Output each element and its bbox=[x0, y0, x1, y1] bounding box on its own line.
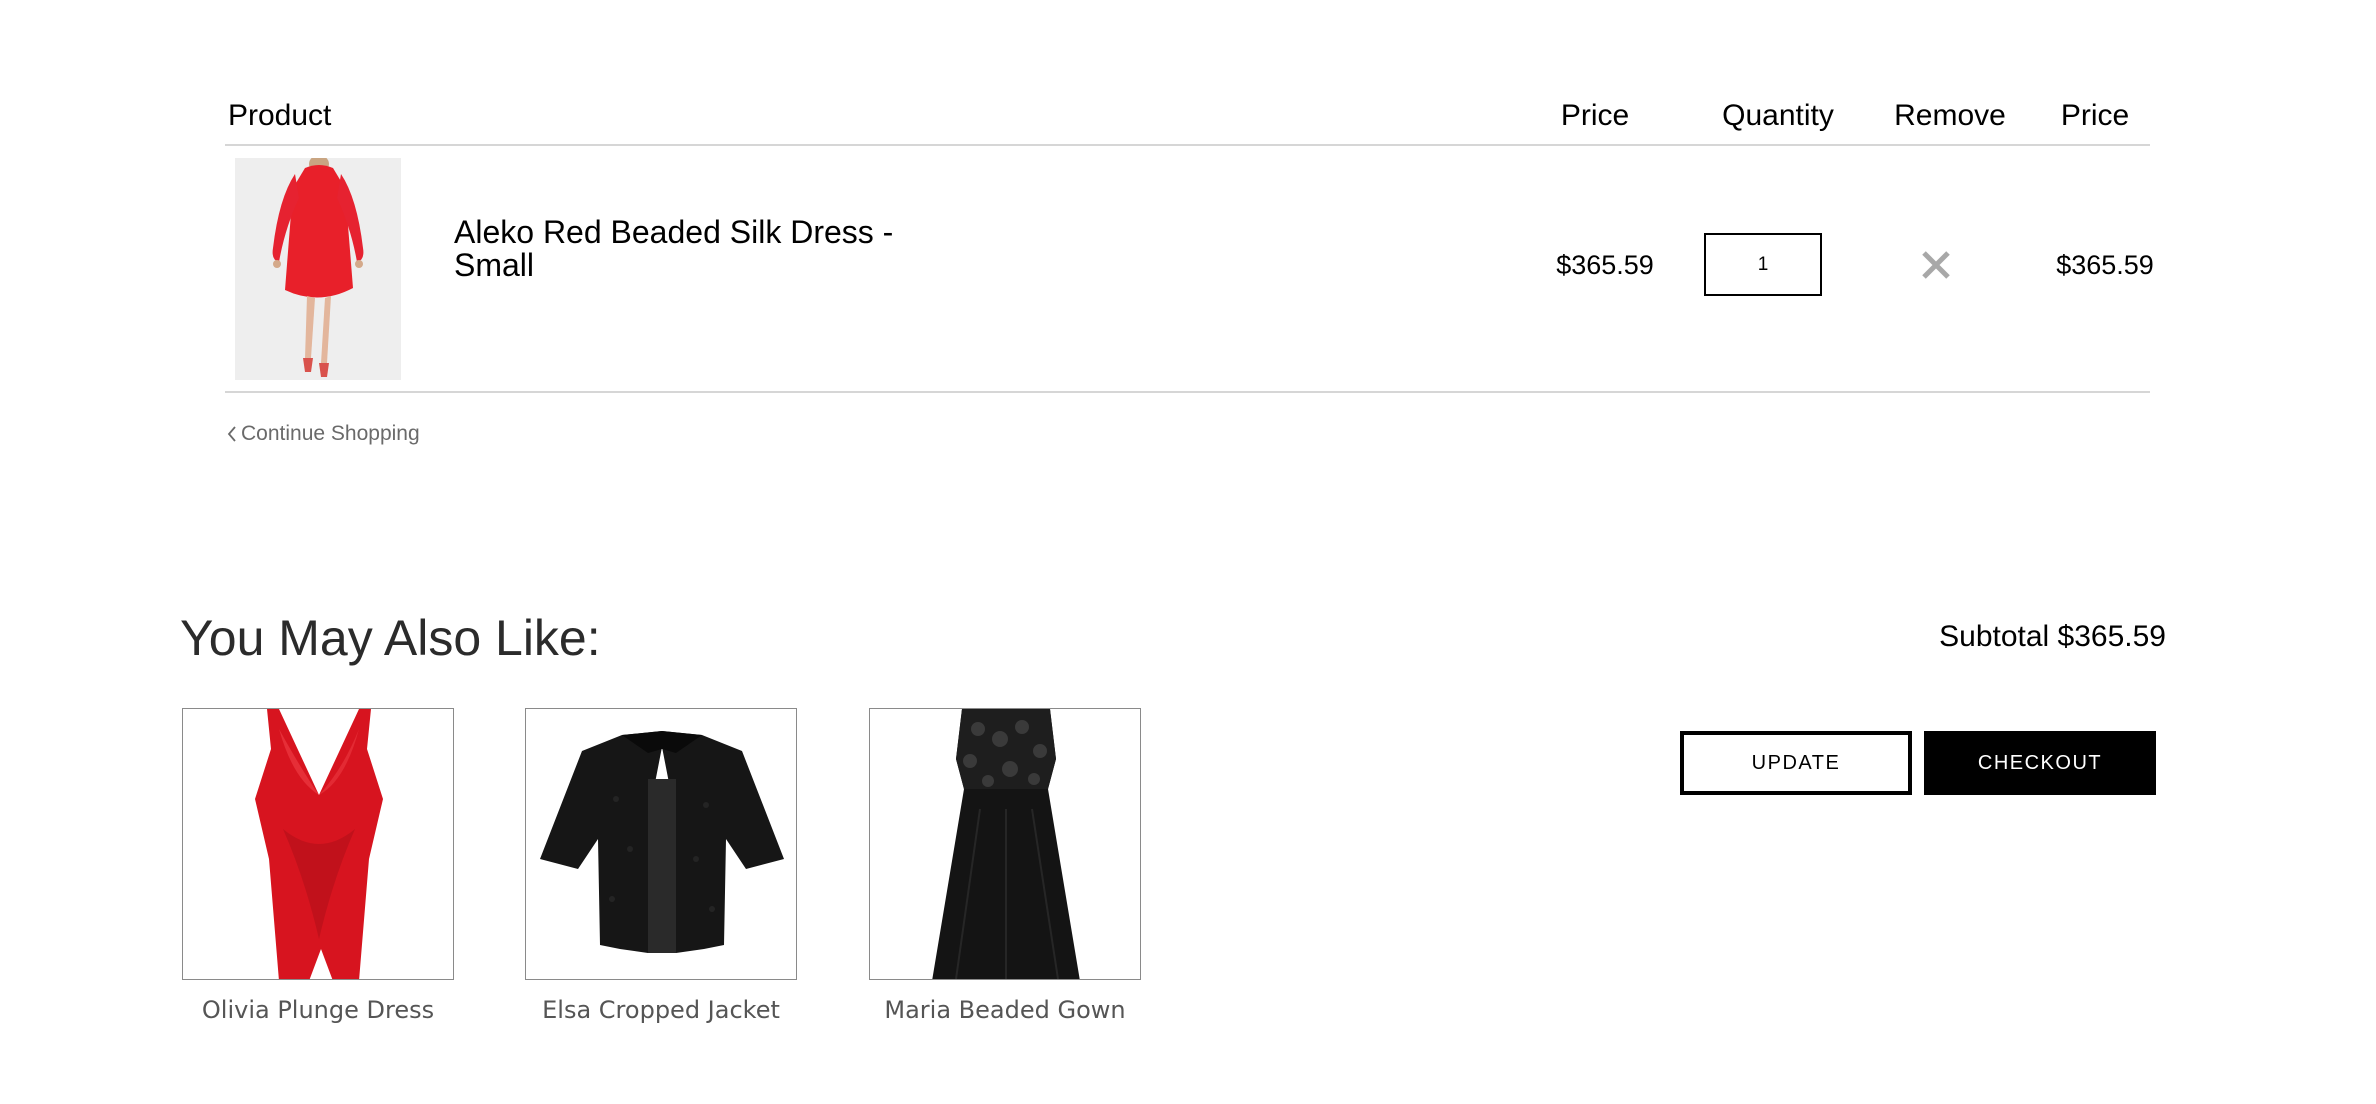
black-gown-photo[interactable] bbox=[869, 708, 1141, 980]
header-remove: Remove bbox=[1894, 99, 2006, 132]
checkout-button[interactable]: CHECKOUT bbox=[1924, 731, 2156, 795]
cart-page: Product Price Quantity Remove Price Alek… bbox=[0, 0, 2376, 1104]
black-gown-image bbox=[932, 709, 1080, 979]
recommendations-title: You May Also Like: bbox=[180, 610, 601, 666]
red-plunge-dress-image bbox=[255, 709, 383, 979]
header-total-price: Price bbox=[2060, 99, 2130, 132]
continue-shopping-label: Continue Shopping bbox=[241, 422, 420, 445]
recommendation-label[interactable]: Elsa Cropped Jacket bbox=[525, 996, 797, 1024]
cart-item-price: $365.59 bbox=[1556, 250, 1654, 280]
cart-row: Aleko Red Beaded Silk Dress - Small $365… bbox=[225, 146, 2154, 393]
cart-item-name[interactable]: Aleko Red Beaded Silk Dress - Small bbox=[454, 216, 974, 282]
recommendation-item[interactable]: Olivia Plunge Dress bbox=[182, 708, 454, 1024]
header-price: Price bbox=[1560, 99, 1630, 132]
black-jacket-photo[interactable] bbox=[525, 708, 797, 980]
update-button[interactable]: UPDATE bbox=[1680, 731, 1912, 795]
remove-item-button[interactable] bbox=[1918, 247, 1954, 283]
recommendation-label[interactable]: Olivia Plunge Dress bbox=[182, 996, 454, 1024]
cart-item-total: $365.59 bbox=[2056, 250, 2154, 280]
black-jacket-image bbox=[540, 731, 784, 953]
recommendation-label[interactable]: Maria Beaded Gown bbox=[869, 996, 1141, 1024]
header-quantity: Quantity bbox=[1722, 99, 1834, 132]
quantity-input[interactable] bbox=[1704, 233, 1822, 296]
continue-shopping-link[interactable]: Continue Shopping bbox=[225, 422, 420, 446]
cart-table-header: Product Price Quantity Remove Price bbox=[225, 96, 2150, 146]
header-product: Product bbox=[228, 99, 332, 132]
recommendation-item[interactable]: Elsa Cropped Jacket bbox=[525, 708, 797, 1024]
subtotal-text: Subtotal $365.59 bbox=[1939, 620, 2166, 653]
cart-table: Product Price Quantity Remove Price Alek… bbox=[225, 96, 2154, 393]
chevron-left-icon bbox=[227, 426, 236, 442]
recommendation-item[interactable]: Maria Beaded Gown bbox=[869, 708, 1141, 1024]
close-icon bbox=[1922, 251, 1950, 279]
red-dress-image bbox=[235, 158, 401, 380]
red-plunge-dress-photo[interactable] bbox=[182, 708, 454, 980]
red-dress-photo[interactable] bbox=[235, 158, 401, 380]
